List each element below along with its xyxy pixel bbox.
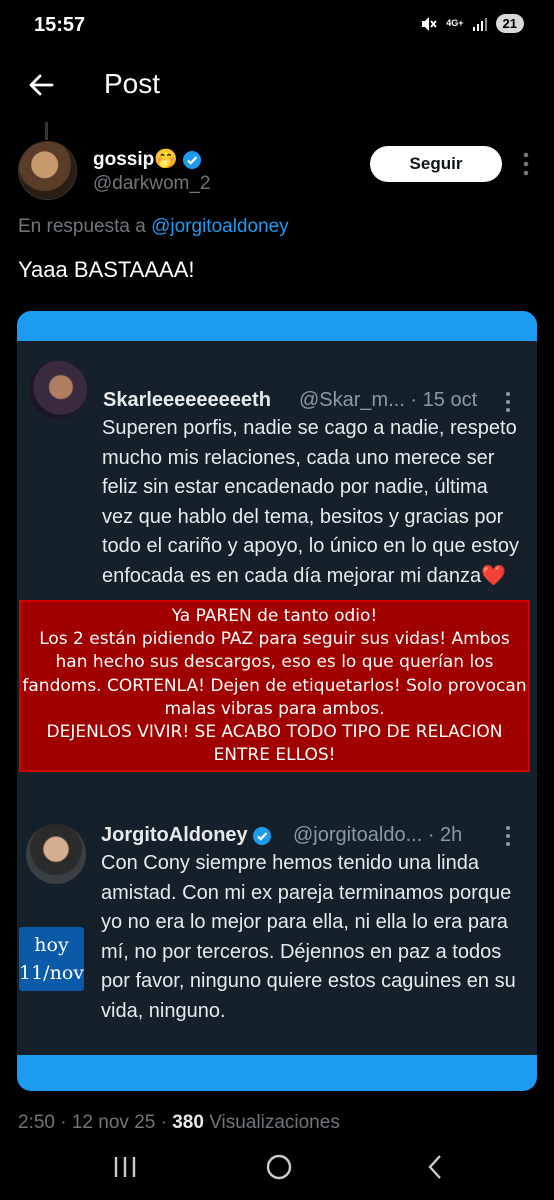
- more-options-button[interactable]: [516, 151, 536, 177]
- back-button[interactable]: [24, 68, 58, 102]
- more-options-icon: [523, 152, 529, 176]
- embedded-name-jorgito: JorgitoAldoney: [101, 824, 248, 846]
- back-nav-button[interactable]: [415, 1152, 455, 1182]
- author-avatar[interactable]: [18, 141, 77, 200]
- banner-line-1: Ya PAREN de tanto odio!: [171, 606, 378, 626]
- recents-icon: [114, 1157, 136, 1177]
- app-header: Post: [0, 60, 554, 110]
- reply-handle-link[interactable]: @jorgitoaldoney: [151, 216, 289, 237]
- home-button[interactable]: [259, 1152, 299, 1182]
- embedded-name-skarleth: Skarleeeeeeeeeth: [103, 389, 271, 411]
- sticker-line-1: hoy: [34, 934, 69, 956]
- date-sticker: hoy 11/nov: [19, 927, 84, 991]
- views-count: 380: [172, 1112, 204, 1133]
- embedded-meta-jorgito: @jorgitoaldo... · 2h: [293, 824, 463, 846]
- red-banner: Ya PAREN de tanto odio! Los 2 están pidi…: [19, 600, 530, 772]
- banner-line-2: Los 2 están pidiendo PAZ para seguir sus…: [22, 629, 527, 719]
- thread-connector: [45, 122, 48, 140]
- network-label: 4G+: [446, 18, 464, 28]
- reply-prefix: En respuesta a: [18, 216, 146, 237]
- banner-line-3: DEJENLOS VIVIR! SE ACABO TODO TIPO DE RE…: [46, 722, 503, 766]
- system-nav-bar: [0, 1138, 554, 1200]
- post-timestamp: 2:50 · 12 nov 25 ·: [18, 1112, 167, 1133]
- follow-button[interactable]: Seguir: [370, 146, 502, 182]
- embedded-more-icon: [506, 826, 510, 846]
- views-label: Visualizaciones: [209, 1112, 340, 1133]
- status-icons: 4G+ 21: [420, 14, 524, 33]
- back-arrow-icon: [29, 74, 54, 96]
- mute-icon: [422, 16, 437, 31]
- embedded-meta-skarleth: @Skar_m... · 15 oct: [299, 389, 478, 411]
- embedded-screenshot: Skarleeeeeeeeeth @Skar_m... · 15 oct Sup…: [17, 341, 537, 1055]
- back-nav-icon: [428, 1155, 441, 1179]
- recents-button[interactable]: [105, 1152, 145, 1182]
- embedded-more-icon: [506, 392, 510, 412]
- author-name-row[interactable]: gossip🤭: [93, 147, 202, 171]
- author-handle[interactable]: @darkwom_2: [93, 173, 211, 195]
- embedded-text-jorgito: Con Cony siempre hemos tenido una linda …: [101, 852, 516, 1022]
- home-icon: [266, 1154, 292, 1180]
- verified-badge-icon: [182, 150, 201, 169]
- battery-indicator: 21: [495, 14, 524, 33]
- embedded-avatar-skarleth: [29, 361, 87, 419]
- sticker-line-2: 11/nov: [19, 962, 84, 984]
- post-text: Yaaa BASTAAAA!: [18, 257, 195, 282]
- signal-icon: [472, 17, 487, 31]
- author-name[interactable]: gossip🤭: [93, 149, 178, 170]
- post-image[interactable]: Skarleeeeeeeeeth @Skar_m... · 15 oct Sup…: [17, 311, 537, 1091]
- status-bar: 15:57 4G+ 21: [0, 0, 554, 52]
- embedded-name-row-jorgito: JorgitoAldoney: [101, 824, 272, 847]
- page-title: Post: [104, 68, 161, 99]
- post-metadata: 2:50 · 12 nov 25 · 380 Visualizaciones: [18, 1112, 340, 1134]
- embedded-text-skarleth: Superen porfis, nadie se cago a nadie, r…: [102, 417, 519, 587]
- verified-badge-icon: [252, 826, 271, 845]
- embedded-avatar-jorgito: [26, 824, 86, 884]
- status-time: 15:57: [34, 14, 86, 36]
- reply-context: En respuesta a @jorgitoaldoney: [18, 216, 289, 238]
